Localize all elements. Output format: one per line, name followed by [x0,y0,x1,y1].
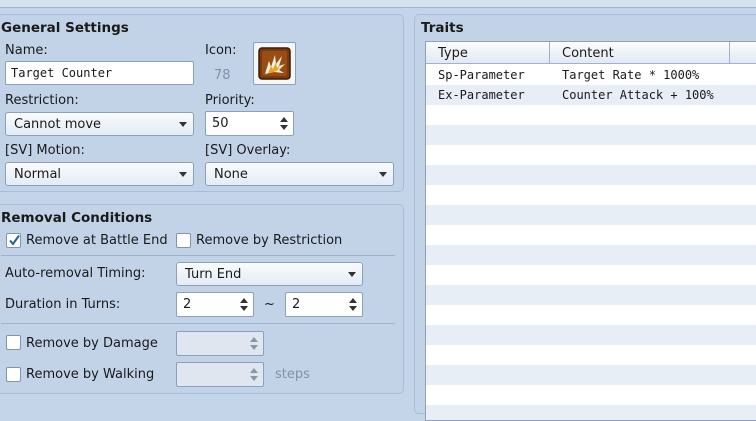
duration-max-stepper[interactable]: 2 [285,292,363,317]
table-row[interactable] [426,285,756,305]
duration-min-stepper[interactable]: 2 [176,292,254,317]
general-settings-panel: General Settings Name: Target Counter Ic… [0,14,404,192]
motion-select[interactable]: Normal [5,162,194,186]
chevron-down-icon [348,272,356,277]
table-row[interactable] [426,245,756,265]
icon-index: 78 [214,68,231,83]
restriction-removal-label[interactable]: Remove by Restriction [196,233,342,248]
separator [1,255,395,256]
duration-max-value: 2 [292,297,301,312]
table-row[interactable] [426,265,756,285]
battle-end-label[interactable]: Remove at Battle End [26,233,168,248]
table-row[interactable] [426,105,756,125]
timing-select[interactable]: Turn End [176,262,363,286]
steps-label: steps [275,367,310,382]
motion-select-value: Normal [14,166,62,182]
top-strip [0,0,756,8]
chevron-down-icon [379,172,387,177]
table-row[interactable] [426,205,756,225]
icon-label: Icon: [205,43,237,58]
trait-type-cell: Sp-Parameter [438,68,525,82]
overlay-label: [SV] Overlay: [205,143,291,158]
table-row[interactable] [426,365,756,385]
removal-conditions-panel: Removal Conditions Remove at Battle End … [0,204,404,394]
check-icon [9,234,20,246]
restriction-select[interactable]: Cannot move [5,112,194,136]
traits-title: Traits [421,20,464,36]
traits-panel: Traits Type Content Sp-Parameter Target R… [414,14,756,421]
table-row[interactable] [426,345,756,365]
separator [1,323,395,324]
chevron-down-icon [179,122,187,127]
overlay-select[interactable]: None [205,162,394,186]
battle-end-checkbox[interactable] [6,233,21,248]
table-header: Type Content [426,42,756,64]
table-row[interactable] [426,305,756,325]
icon-picker[interactable] [253,42,296,85]
stepper-arrows-icon[interactable] [250,366,258,383]
stepper-arrows-icon[interactable] [240,296,248,313]
table-row[interactable] [426,385,756,405]
name-field[interactable]: Target Counter [5,61,194,85]
duration-label: Duration in Turns: [5,297,121,312]
removal-conditions-title: Removal Conditions [1,210,153,226]
stepper-arrows-icon[interactable] [349,296,357,313]
trait-type-cell: Ex-Parameter [438,88,525,102]
timing-label: Auto-removal Timing: [5,266,146,281]
table-row[interactable]: Ex-Parameter Counter Attack + 100% [426,85,756,105]
table-row[interactable] [426,325,756,345]
walking-label[interactable]: Remove by Walking [26,367,154,382]
stepper-arrows-icon[interactable] [250,335,258,352]
damage-checkbox[interactable] [6,335,21,350]
column-header-content[interactable]: Content [550,42,730,64]
overlay-select-value: None [214,166,248,182]
duration-separator: ~ [264,297,275,312]
restriction-checkbox[interactable] [176,233,191,248]
traits-table[interactable]: Type Content Sp-Parameter Target Rate * 1… [425,41,756,421]
table-row[interactable] [426,405,756,420]
table-row[interactable]: Sp-Parameter Target Rate * 1000% [426,65,756,85]
priority-value: 50 [212,116,229,131]
name-label: Name: [5,43,48,58]
table-row[interactable] [426,145,756,165]
trait-content-cell: Target Rate * 1000% [562,68,700,82]
priority-stepper[interactable]: 50 [205,111,294,136]
general-settings-title: General Settings [1,20,129,36]
stepper-arrows-icon[interactable] [280,115,288,132]
chevron-down-icon [179,172,187,177]
table-row[interactable] [426,165,756,185]
burst-icon [258,47,291,80]
walking-checkbox[interactable] [6,367,21,382]
motion-label: [SV] Motion: [5,143,85,158]
table-row[interactable] [426,225,756,245]
damage-label[interactable]: Remove by Damage [26,336,158,351]
restriction-select-value: Cannot move [14,116,102,132]
column-header-type[interactable]: Type [426,42,550,64]
walking-stepper[interactable] [176,362,264,387]
table-row[interactable] [426,185,756,205]
damage-stepper[interactable] [176,331,264,356]
timing-select-value: Turn End [185,266,242,282]
duration-min-value: 2 [183,297,192,312]
priority-label: Priority: [205,93,255,108]
restriction-label: Restriction: [5,93,79,108]
table-row[interactable] [426,125,756,145]
trait-content-cell: Counter Attack + 100% [562,88,714,102]
